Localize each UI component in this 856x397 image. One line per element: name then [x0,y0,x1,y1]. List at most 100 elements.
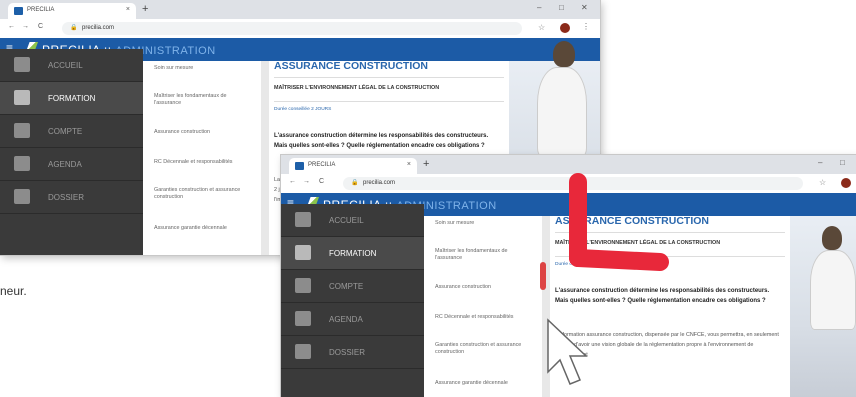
submenu-item[interactable]: RC Décennale et responsabilités [435,314,535,321]
divider [274,77,504,78]
course-intro: L'assurance construction détermine les r… [555,288,770,304]
tab-bar: PRECILIA × + – □ ✕ [0,0,600,19]
submenu-item[interactable]: Assurance garantie décennale [154,225,254,232]
sidebar-item-compte[interactable]: Compte [0,115,143,148]
home-icon [14,57,30,72]
new-tab-button[interactable]: + [423,158,429,170]
maximize-button[interactable]: □ [559,3,564,12]
scrollbar-thumb[interactable] [540,262,546,290]
submenu-item[interactable]: Maîtriser les fondamentaux de l'assuranc… [435,248,535,262]
submenu: Soin sur mesure Maîtriser les fondamenta… [143,61,262,255]
main-panel: ASSURANCE CONSTRUCTION MAÎTRISER L'ENVIR… [550,215,856,397]
classroom-icon [295,245,311,260]
sidebar-item-label: Agenda [48,160,82,169]
sidebar-item-formation[interactable]: Formation [281,237,424,270]
person-body [537,67,587,157]
submenu-item[interactable]: Soin sur mesure [435,220,535,227]
url-field[interactable]: 🔒 precilia.com [62,22,522,35]
calendar-icon [14,156,30,171]
sidebar-item-label: Compte [329,282,364,291]
favicon-icon [295,162,304,170]
sidebar-item-label: Formation [48,94,96,103]
sidebar-item-dossier[interactable]: Dossier [0,181,143,214]
address-bar-row: ← → C 🔒 precilia.com ☆ [281,174,856,194]
browser-tab[interactable]: PRECILIA × [8,3,136,19]
bookmark-star-icon[interactable]: ☆ [538,23,545,32]
person-body [810,250,856,330]
sidebar-item-dossier[interactable]: Dossier [281,336,424,369]
bookmark-star-icon[interactable]: ☆ [819,178,826,187]
submenu: Soin sur mesure Maîtriser les fondamenta… [424,216,543,397]
sidebar-item-accueil[interactable]: Accueil [281,204,424,237]
forward-icon[interactable]: → [303,178,310,185]
calendar-icon [295,311,311,326]
address-bar-row: ← → C 🔒 precilia.com ☆ ⋮ [0,19,600,39]
course-duration: Durée conseillée 2 JOURS [555,262,613,267]
tab-close-icon[interactable]: × [126,6,130,13]
background-text: neur. [0,284,27,298]
person-head [822,226,842,250]
scroll-gutter [261,61,269,255]
divider [274,101,504,102]
sidebar: Accueil Formation Compte Agenda Dossier [281,204,424,397]
url-text: precilia.com [82,25,115,31]
reload-icon[interactable]: C [319,178,324,185]
minimize-button[interactable]: – [818,158,822,167]
profile-avatar[interactable] [841,178,851,188]
folder-icon [14,189,30,204]
back-icon[interactable]: ← [8,23,15,30]
page-content: Accueil Formation Compte Agenda Dossier … [281,204,856,397]
course-duration: Durée conseillée 2 JOURS [274,107,332,112]
sidebar-item-agenda[interactable]: Agenda [0,148,143,181]
browser-menu-icon[interactable]: ⋮ [582,22,590,31]
minimize-button[interactable]: – [537,3,541,12]
maximize-button[interactable]: □ [840,158,845,167]
close-window-button[interactable]: ✕ [581,3,588,12]
course-intro: L'assurance construction détermine les r… [274,133,489,149]
sidebar-item-label: Formation [329,249,377,258]
folder-icon [295,344,311,359]
back-icon[interactable]: ← [289,178,296,185]
tab-title: PRECILIA [308,162,336,168]
submenu-item[interactable]: Soin sur mesure [154,65,254,72]
tab-bar: PRECILIA × + – □ [281,155,856,174]
new-tab-button[interactable]: + [142,3,148,15]
sidebar-item-label: Accueil [48,61,83,70]
browser-window-front: PRECILIA × + – □ ← → C 🔒 precilia.com ☆ … [281,155,856,397]
sidebar-item-agenda[interactable]: Agenda [281,303,424,336]
sidebar: Accueil Formation Compte Agenda Dossier [0,49,143,255]
favicon-icon [14,7,23,15]
scroll-gutter [542,216,550,397]
home-icon [295,212,311,227]
submenu-item[interactable]: RC Décennale et responsabilités [154,159,254,166]
classroom-icon [14,90,30,105]
url-field[interactable]: 🔒 precilia.com [343,177,803,190]
lock-icon: 🔒 [70,25,78,31]
profile-avatar[interactable] [560,23,570,33]
browser-tab[interactable]: PRECILIA × [289,158,417,174]
sidebar-item-compte[interactable]: Compte [281,270,424,303]
course-subtitle: MAÎTRISER L'ENVIRONNEMENT LÉGAL DE LA CO… [555,240,721,246]
sidebar-item-accueil[interactable]: Accueil [0,49,143,82]
document-icon [295,278,311,293]
person-head [553,41,575,67]
submenu-item[interactable]: Assurance garantie décennale [435,380,535,387]
submenu-item[interactable]: Garanties construction et assurance cons… [435,342,535,356]
sidebar-item-label: Dossier [329,348,366,357]
tab-close-icon[interactable]: × [407,161,411,168]
divider [555,256,785,257]
submenu-item[interactable]: Garanties construction et assurance cons… [154,187,254,201]
submenu-item[interactable]: Assurance construction [435,284,535,291]
course-subtitle: MAÎTRISER L'ENVIRONNEMENT LÉGAL DE LA CO… [274,85,440,91]
url-text: precilia.com [363,180,396,186]
reload-icon[interactable]: C [38,23,43,30]
course-description: La formation assurance construction, dis… [555,332,779,358]
submenu-item[interactable]: Assurance construction [154,129,254,136]
submenu-item[interactable]: Maîtriser les fondamentaux de l'assuranc… [154,93,254,107]
sidebar-item-label: Agenda [329,315,363,324]
sidebar-item-formation[interactable]: Formation [0,82,143,115]
forward-icon[interactable]: → [22,23,29,30]
divider [555,232,785,233]
tab-title: PRECILIA [27,7,55,13]
sidebar-item-label: Accueil [329,216,364,225]
